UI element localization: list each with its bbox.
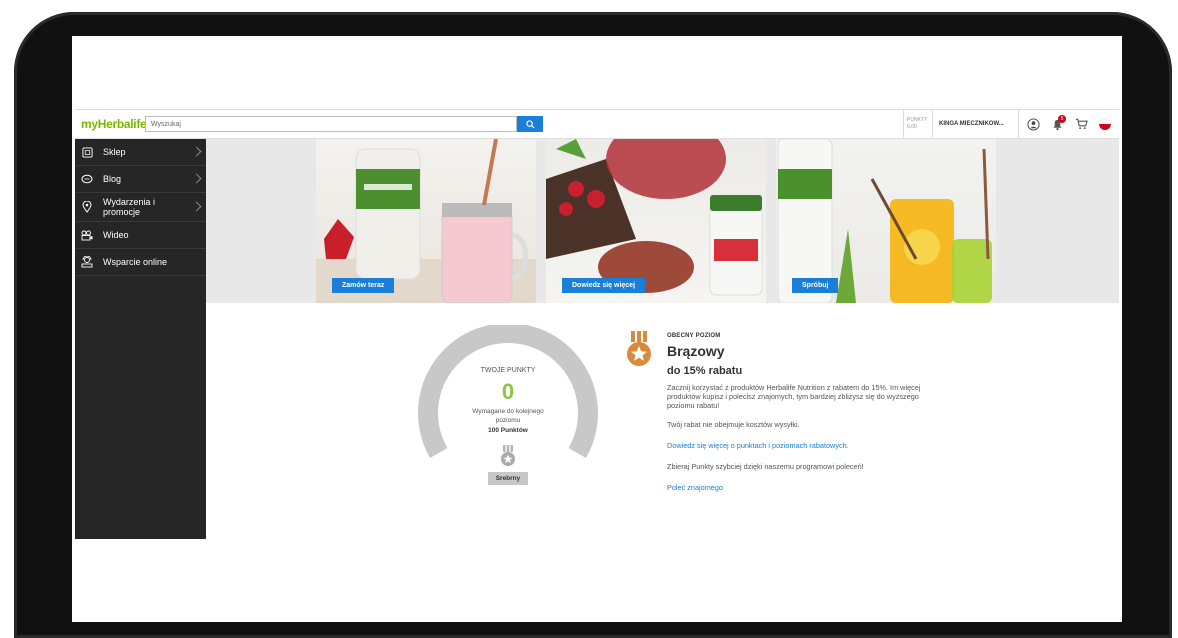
top-header: myHerbalife Wyszukaj PUNKTY 0,00 KINGA M… — [75, 109, 1119, 139]
bronze-medal-icon — [627, 331, 651, 366]
points-value: 0,00 — [907, 123, 917, 130]
cart-icon — [1075, 118, 1088, 130]
profile-button[interactable] — [1023, 117, 1043, 131]
support-icon — [81, 256, 93, 268]
user-icon — [1026, 117, 1040, 131]
next-level-badge: Srebrny — [488, 472, 528, 485]
sidebar-item-shop[interactable]: Sklep — [75, 139, 206, 166]
required-line2: poziomu — [495, 417, 521, 424]
banner-shake[interactable]: Zamów teraz — [316, 139, 536, 303]
shop-icon — [81, 146, 93, 158]
try-button[interactable]: Spróbuj — [792, 278, 839, 293]
chevron-right-icon — [191, 146, 202, 157]
rewards-section: TWOJE PUNKTY 0 Wymagane do kolejnego poz… — [206, 303, 1119, 539]
order-now-button[interactable]: Zamów teraz — [332, 278, 395, 293]
level-description: Zacznij korzystać z produktów Herbalife … — [667, 383, 921, 410]
cart-button[interactable] — [1071, 118, 1091, 130]
points-gauge: TWOJE PUNKTY 0 Wymagane do kolejnego poz… — [416, 325, 600, 485]
app-screen: myHerbalife Wyszukaj PUNKTY 0,00 KINGA M… — [72, 36, 1122, 622]
sidebar-item-label: Blog — [103, 174, 122, 184]
hero-banners: Zamów teraz Dowiedz się więcej Spróbuj — [206, 139, 1119, 303]
language-button[interactable] — [1095, 118, 1115, 130]
chevron-right-icon — [191, 201, 202, 212]
poland-flag-icon — [1099, 118, 1111, 130]
current-level-name: Brązowy — [667, 343, 725, 359]
banner-tea[interactable]: Dowiedz się więcej — [546, 139, 766, 303]
current-level-label: OBECNY POZIOM — [667, 333, 721, 339]
gauge-title: TWOJE PUNKTY — [480, 367, 536, 374]
discount-text: do 15% rabatu — [667, 365, 743, 377]
shipping-note: Twój rabat nie obejmuje kosztów wysyłki. — [667, 420, 800, 429]
search-input[interactable]: Wyszukaj — [145, 116, 517, 132]
notifications-button[interactable]: 5 — [1047, 114, 1067, 131]
learn-more-button[interactable]: Dowiedz się więcej — [562, 278, 646, 293]
sidebar-item-support[interactable]: Wsparcie online — [75, 249, 206, 276]
referral-text: Zbieraj Punkty szybciej dzięki naszemu p… — [667, 462, 864, 471]
points-display: PUNKTY 0,00 — [903, 109, 933, 139]
sidebar-item-label: Wideo — [103, 230, 129, 240]
sidebar-item-label: Sklep — [103, 147, 126, 157]
sidebar-item-blog[interactable]: Blog — [75, 166, 206, 193]
level-info: OBECNY POZIOM Brązowy do 15% rabatu Zacz… — [667, 333, 927, 492]
required-points: 100 Punktów — [488, 427, 528, 434]
location-icon — [81, 201, 93, 213]
logo[interactable]: myHerbalife — [81, 117, 147, 131]
banner-aloe[interactable]: Spróbuj — [776, 139, 996, 303]
points-value: 0 — [501, 379, 515, 404]
required-line1: Wymagane do kolejnego — [472, 408, 544, 415]
points-info-link[interactable]: Dowiedz się więcej o punktach i poziomac… — [667, 441, 927, 450]
user-name[interactable]: KINGA MIECZNIKOW... — [933, 109, 1019, 139]
chevron-right-icon — [191, 173, 202, 184]
sidebar: Sklep Blog Wydarzenia i promocje Wideo W… — [75, 139, 206, 539]
search-button[interactable] — [517, 116, 543, 132]
sidebar-item-label: Wydarzenia i promocje — [103, 197, 155, 217]
sidebar-item-label: Wsparcie online — [103, 257, 168, 267]
silver-medal-icon — [501, 445, 515, 466]
sidebar-item-video[interactable]: Wideo — [75, 222, 206, 249]
points-label: PUNKTY — [907, 116, 928, 123]
sidebar-item-events[interactable]: Wydarzenia i promocje — [75, 193, 206, 222]
refer-friend-link[interactable]: Poleć znajomego — [667, 483, 927, 492]
video-icon — [81, 229, 93, 241]
chat-icon — [81, 173, 93, 185]
notification-badge: 5 — [1058, 114, 1066, 123]
search-icon — [525, 119, 535, 129]
